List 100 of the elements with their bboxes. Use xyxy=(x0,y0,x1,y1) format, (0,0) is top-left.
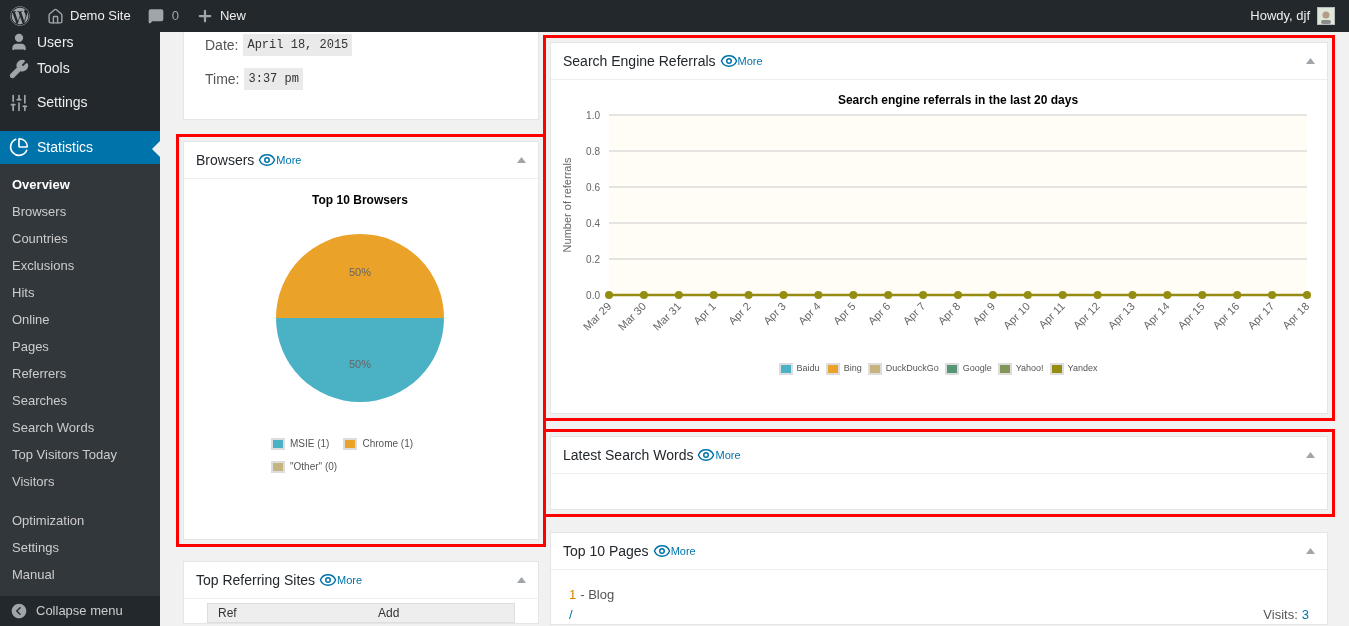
collapse-icon xyxy=(10,602,28,621)
date-label: Date: xyxy=(205,35,239,55)
legend-label: DuckDuckGo xyxy=(885,362,939,375)
legend-label: Baidu xyxy=(796,362,820,375)
y-tick-label: 0.4 xyxy=(586,217,600,229)
data-point xyxy=(709,291,718,299)
x-tick-label: Apr 9 xyxy=(970,299,998,327)
more-link[interactable]: More xyxy=(652,542,696,560)
sliders-icon xyxy=(9,92,29,113)
pie-chart-icon xyxy=(9,137,29,158)
visits-count-link[interactable]: 3 xyxy=(1301,604,1309,624)
time-value: 3:37 pm xyxy=(244,68,303,90)
x-tick-label: Apr 6 xyxy=(865,299,893,327)
y-tick-label: 0.2 xyxy=(586,253,600,265)
y-tick-label: 1.0 xyxy=(586,109,600,121)
legend-label: Yahoo! xyxy=(1015,362,1044,375)
collapse-arrow-icon[interactable] xyxy=(517,157,526,163)
menu-item[interactable]: Statistics xyxy=(0,130,160,165)
data-point xyxy=(1058,291,1067,299)
more-link[interactable]: More xyxy=(697,446,741,464)
pointer-icon xyxy=(152,140,160,157)
x-tick-label: Apr 1 xyxy=(691,299,719,327)
data-point xyxy=(988,291,997,299)
submenu-item[interactable]: Online xyxy=(0,306,160,334)
more-link[interactable]: More xyxy=(319,571,363,589)
x-tick-label: Apr 3 xyxy=(760,299,788,327)
new-link[interactable]: New xyxy=(195,6,246,26)
rank-number: 1 xyxy=(569,586,577,604)
legend-label: "Other" (0) xyxy=(290,460,338,474)
eye-icon xyxy=(697,446,716,464)
legend-label: Google xyxy=(962,362,992,375)
account-link[interactable]: Howdy, djf xyxy=(1250,6,1335,26)
more-link[interactable]: More xyxy=(719,52,763,70)
x-tick-label: Apr 15 xyxy=(1175,299,1207,332)
column-header: Ref xyxy=(218,605,238,622)
x-tick-label: Apr 5 xyxy=(830,299,858,327)
legend-label: Chrome (1) xyxy=(362,437,414,451)
slice-label: 50% xyxy=(349,358,371,371)
panel-title: Latest Search Words xyxy=(563,445,694,465)
collapse-arrow-icon[interactable] xyxy=(1306,452,1315,458)
comment-icon xyxy=(147,8,164,24)
collapse-menu-button[interactable]: Collapse menu xyxy=(0,596,160,626)
page-url-link[interactable]: / xyxy=(569,604,573,624)
home-icon xyxy=(47,7,64,25)
x-tick-label: Mar 30 xyxy=(615,299,649,333)
submenu-item[interactable]: Searches xyxy=(0,387,160,415)
menu-item[interactable]: Settings xyxy=(0,85,160,120)
x-tick-label: Apr 13 xyxy=(1105,299,1137,332)
page-title: - Blog xyxy=(580,586,615,604)
data-point xyxy=(1303,291,1311,299)
collapse-arrow-icon[interactable] xyxy=(1306,548,1315,554)
data-point xyxy=(954,291,962,299)
submenu-item[interactable]: Referrers xyxy=(0,360,160,388)
data-point xyxy=(814,291,823,299)
submenu-item[interactable]: Visitors xyxy=(0,468,160,496)
x-tick-label: Apr 14 xyxy=(1140,299,1172,332)
x-tick-label: Apr 8 xyxy=(935,299,963,327)
data-point xyxy=(919,291,928,299)
submenu-item[interactable]: Pages xyxy=(0,333,160,361)
chart-title: Top 10 Browsers xyxy=(312,193,408,207)
submenu-item[interactable]: Manual xyxy=(0,561,160,589)
submenu-item[interactable]: Optimization xyxy=(0,507,160,535)
data-point xyxy=(1093,291,1102,299)
x-tick-label: Apr 7 xyxy=(900,299,928,327)
data-point xyxy=(1233,291,1242,299)
y-tick-label: 0.8 xyxy=(586,145,600,157)
submenu-item[interactable]: Hits xyxy=(0,279,160,307)
eye-icon xyxy=(319,571,338,589)
submenu-item[interactable]: Countries xyxy=(0,225,160,253)
logo-icon[interactable] xyxy=(10,6,30,26)
more-link[interactable]: More xyxy=(258,151,302,169)
data-point xyxy=(1268,291,1277,299)
data-point xyxy=(1163,291,1172,299)
submenu-item[interactable]: Top Visitors Today xyxy=(0,441,160,469)
legend-label: Bing xyxy=(843,362,862,375)
site-link[interactable]: Demo Site xyxy=(47,6,131,26)
legend-label: Yandex xyxy=(1067,362,1098,375)
submenu-item[interactable]: Settings xyxy=(0,534,160,562)
y-axis-label: Number of referrals xyxy=(561,157,573,253)
submenu-item[interactable]: Exclusions xyxy=(0,252,160,280)
data-point xyxy=(1128,291,1137,299)
panel-title: Browsers xyxy=(196,150,255,170)
submenu-item[interactable]: Overview xyxy=(0,171,160,199)
eye-icon xyxy=(719,52,738,70)
data-point xyxy=(779,291,788,299)
submenu-item[interactable]: Browsers xyxy=(0,198,160,226)
panel-title: Top 10 Pages xyxy=(563,541,649,561)
collapse-arrow-icon[interactable] xyxy=(1306,58,1315,64)
chart-title: Search engine referrals in the last 20 days xyxy=(837,93,1079,107)
comments-link[interactable]: 0 xyxy=(147,6,179,26)
wrench-icon xyxy=(9,58,29,79)
collapse-arrow-icon[interactable] xyxy=(517,577,526,583)
column-header: Add xyxy=(378,605,400,622)
x-tick-label: Mar 29 xyxy=(580,299,614,333)
legend-label: MSIE (1) xyxy=(290,437,330,451)
x-tick-label: Mar 31 xyxy=(650,299,684,333)
eye-icon xyxy=(652,542,671,560)
menu-item[interactable]: Users xyxy=(0,32,160,52)
submenu-item[interactable]: Search Words xyxy=(0,414,160,442)
menu-item[interactable]: Tools xyxy=(0,52,160,86)
